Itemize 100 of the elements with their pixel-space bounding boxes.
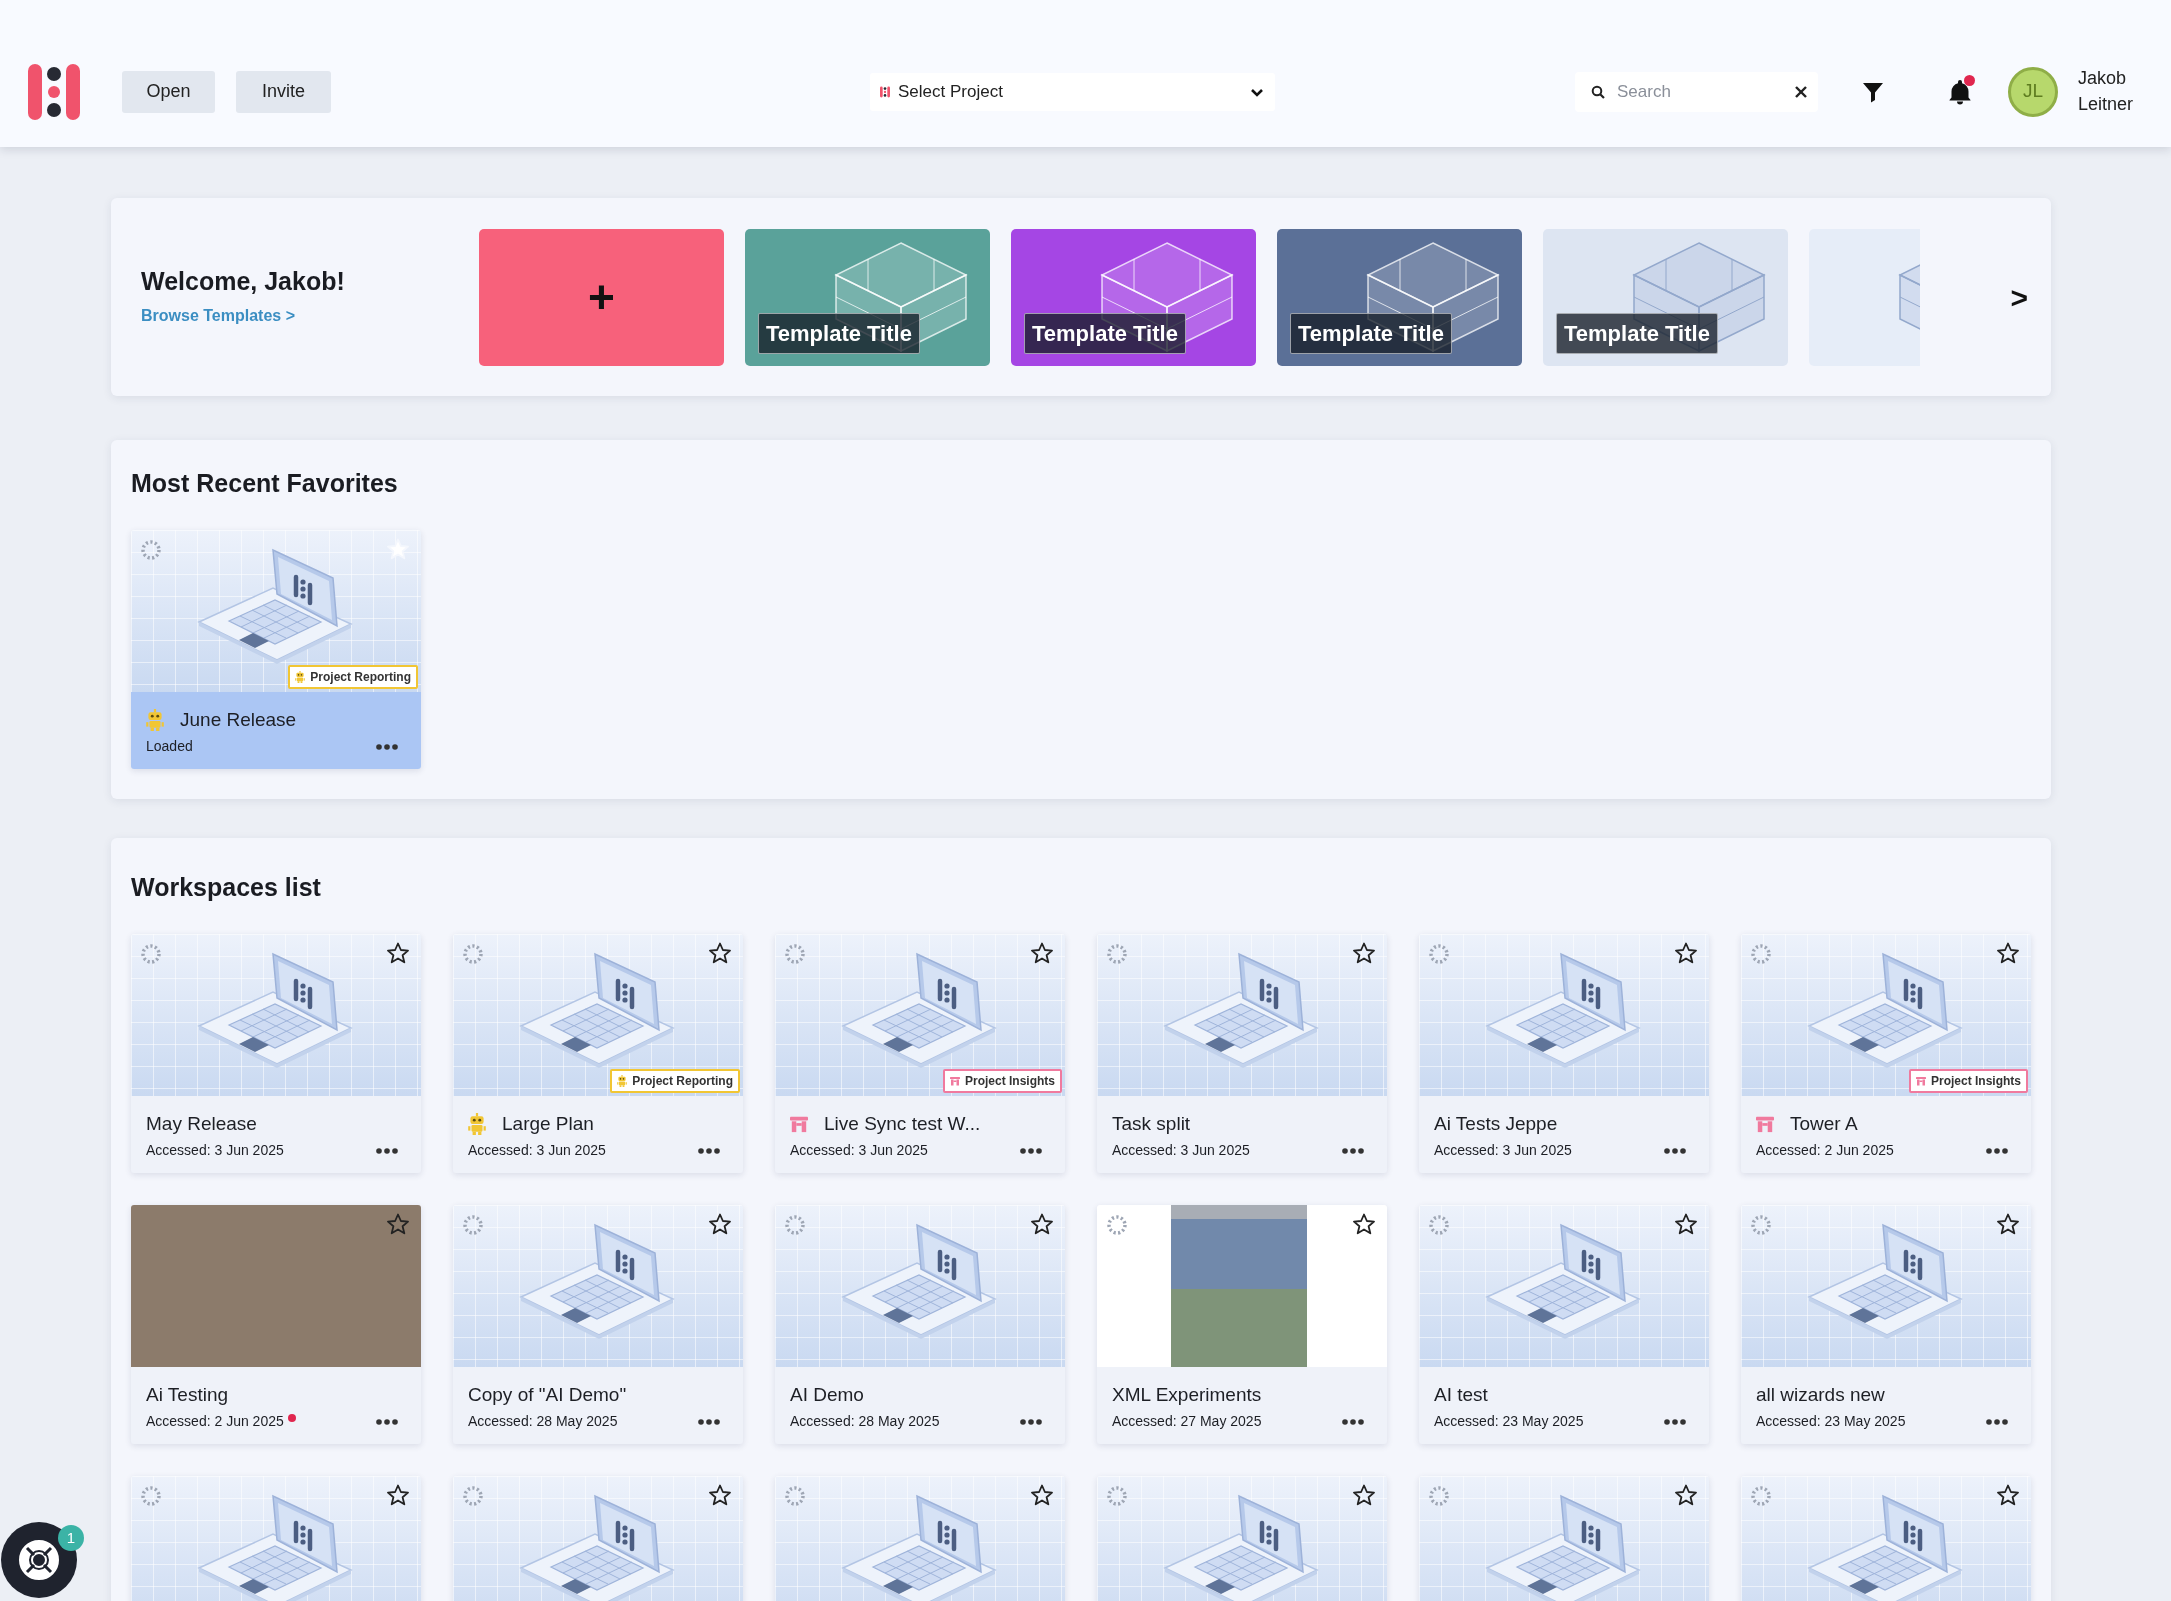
workspace-name: Ai Testing <box>146 1383 229 1407</box>
workspace-name: Large Plan <box>502 1112 594 1136</box>
workspace-card[interactable]: AI Demo Accessed: 28 May 2025 <box>775 1205 1065 1444</box>
tag-text: Project Insights <box>1930 1073 2021 1090</box>
robot-icon <box>617 1075 628 1087</box>
workspace-name: June Release <box>180 708 297 732</box>
more-icon[interactable] <box>698 1418 720 1425</box>
gate-icon <box>1915 1075 1926 1087</box>
star-icon[interactable] <box>1997 942 2019 964</box>
header-button[interactable]: Invite <box>236 70 331 113</box>
more-icon[interactable] <box>1020 1418 1042 1425</box>
bell-icon[interactable] <box>1948 78 1972 105</box>
workspace-card[interactable]: AI test Accessed: 23 May 2025 <box>1419 1205 1709 1444</box>
workspace-name: Ai Tests Jeppe <box>1434 1112 1558 1136</box>
workspace-card[interactable]: Task split Accessed: 3 Jun 2025 <box>1097 934 1387 1173</box>
template-title-label: Template Title <box>1024 312 1186 354</box>
workspace-card[interactable]: Ai Tests Jeppe Accessed: 3 Jun 2025 <box>1419 934 1709 1173</box>
template-tile[interactable]: Template Title <box>1011 228 1256 366</box>
status-text: Accessed: 23 May 2025 <box>1434 1412 1584 1431</box>
workspace-name: Task split <box>1112 1112 1191 1136</box>
star-icon[interactable] <box>1353 1484 1375 1506</box>
template-title-label: Template Title <box>758 312 920 354</box>
more-icon[interactable] <box>376 1418 398 1425</box>
more-icon[interactable] <box>1342 1147 1364 1154</box>
more-icon[interactable] <box>1342 1418 1364 1425</box>
star-icon[interactable] <box>1675 1213 1697 1235</box>
logo-icon[interactable] <box>28 63 80 120</box>
status-text: Accessed: 27 May 2025 <box>1112 1412 1262 1431</box>
star-icon[interactable] <box>1675 942 1697 964</box>
status-text: Accessed: 28 May 2025 <box>790 1412 940 1431</box>
workspace-card[interactable]: all wizards new Accessed: 23 May 2025 <box>1741 1205 2031 1444</box>
workspace-name: all wizards new <box>1756 1383 1885 1407</box>
tag-text: Project Reporting <box>632 1073 733 1090</box>
template-tile[interactable]: Template Title <box>745 228 990 366</box>
more-icon[interactable] <box>1986 1418 2008 1425</box>
star-icon[interactable] <box>709 942 731 964</box>
search-field[interactable]: Search <box>1575 71 1818 112</box>
workspace-card[interactable]: XML Experiments Accessed: 27 May 2025 <box>1097 1205 1387 1444</box>
workspace-name: AI test <box>1434 1383 1488 1407</box>
status-text: Accessed: 2 Jun 2025 <box>1756 1141 1894 1160</box>
status-text: Accessed: 3 Jun 2025 <box>1434 1141 1572 1160</box>
star-icon[interactable] <box>387 1484 409 1506</box>
workspace-name: Live Sync test W... <box>824 1112 981 1136</box>
workspace-card[interactable]: Copy of "AI Demo" Accessed: 28 May 2025 <box>453 1205 743 1444</box>
workspace-card[interactable]: Project Insights Live Sync test W... Accessed: 3 Jun 2025 <box>775 934 1065 1173</box>
status-text: Accessed: 3 Jun 2025 <box>468 1141 606 1160</box>
robot-icon <box>146 709 164 731</box>
more-icon[interactable] <box>376 743 398 750</box>
search-icon <box>1591 84 1605 99</box>
new-project-tile[interactable]: + <box>479 228 724 366</box>
workspace-name: May Release <box>146 1112 257 1136</box>
workspace-name: Copy of "AI Demo" <box>468 1383 627 1407</box>
star-icon[interactable] <box>1031 942 1053 964</box>
star-icon[interactable] <box>1031 1213 1053 1235</box>
workspace-card[interactable]: Project Insights Tower A Accessed: 2 Jun 2025 <box>1741 934 2031 1173</box>
template-tile[interactable]: Template Title <box>1277 228 1522 366</box>
lifebuoy-icon <box>17 1538 61 1582</box>
more-icon[interactable] <box>1986 1147 2008 1154</box>
status-text: Accessed: 23 May 2025 <box>1756 1412 1906 1431</box>
header-button[interactable]: Open <box>122 70 215 113</box>
tag-text: Project Reporting <box>310 669 411 686</box>
more-icon[interactable] <box>698 1147 720 1154</box>
status-text: Loaded <box>146 737 193 756</box>
more-icon[interactable] <box>376 1147 398 1154</box>
tag-text: Project Insights <box>964 1073 1055 1090</box>
workspace-name: AI Demo <box>790 1383 864 1407</box>
section-title: Most Recent Favorites <box>131 468 399 499</box>
star-icon[interactable] <box>1997 1484 2019 1506</box>
star-icon[interactable] <box>709 1484 731 1506</box>
workspace-card[interactable]: Project Reporting June Release Loaded <box>131 530 421 769</box>
welcome-heading: Welcome, Jakob! <box>141 266 346 296</box>
next-arrow-button[interactable]: > <box>2006 274 2032 320</box>
star-icon[interactable] <box>387 1213 409 1235</box>
star-icon[interactable] <box>1675 1484 1697 1506</box>
close-icon[interactable] <box>1794 84 1808 99</box>
workspace-name: XML Experiments <box>1112 1383 1262 1407</box>
star-icon[interactable] <box>709 1213 731 1235</box>
workspace-name: Tower A <box>1790 1112 1858 1136</box>
star-icon[interactable] <box>1353 942 1375 964</box>
more-icon[interactable] <box>1664 1147 1686 1154</box>
status-text: Accessed: 3 Jun 2025 <box>146 1141 284 1160</box>
star-icon[interactable] <box>387 942 409 964</box>
status-text: Accessed: 3 Jun 2025 <box>790 1141 928 1160</box>
star-icon[interactable] <box>1997 1213 2019 1235</box>
workspace-card[interactable]: May Release Accessed: 3 Jun 2025 <box>131 934 421 1173</box>
more-icon[interactable] <box>1020 1147 1042 1154</box>
status-text: Accessed: 28 May 2025 <box>468 1412 618 1431</box>
template-tile[interactable]: Template Title <box>1543 228 1788 366</box>
star-icon[interactable] <box>1353 1213 1375 1235</box>
status-text: Accessed: 3 Jun 2025 <box>1112 1141 1250 1160</box>
workspace-card[interactable]: Ai Testing Accessed: 2 Jun 2025 <box>131 1205 421 1444</box>
workspace-card[interactable]: Project Reporting Large Plan Accessed: 3 Jun 2025 <box>453 934 743 1173</box>
notification-count: 1 <box>58 1525 84 1551</box>
section-title: Workspaces list <box>131 872 322 903</box>
robot-icon <box>468 1113 486 1135</box>
filter-icon[interactable] <box>1862 80 1884 103</box>
more-icon[interactable] <box>1664 1418 1686 1425</box>
template-title-label: Template Title <box>1556 312 1718 354</box>
star-icon[interactable] <box>1031 1484 1053 1506</box>
project-dropdown[interactable]: Select Project <box>870 72 1275 111</box>
